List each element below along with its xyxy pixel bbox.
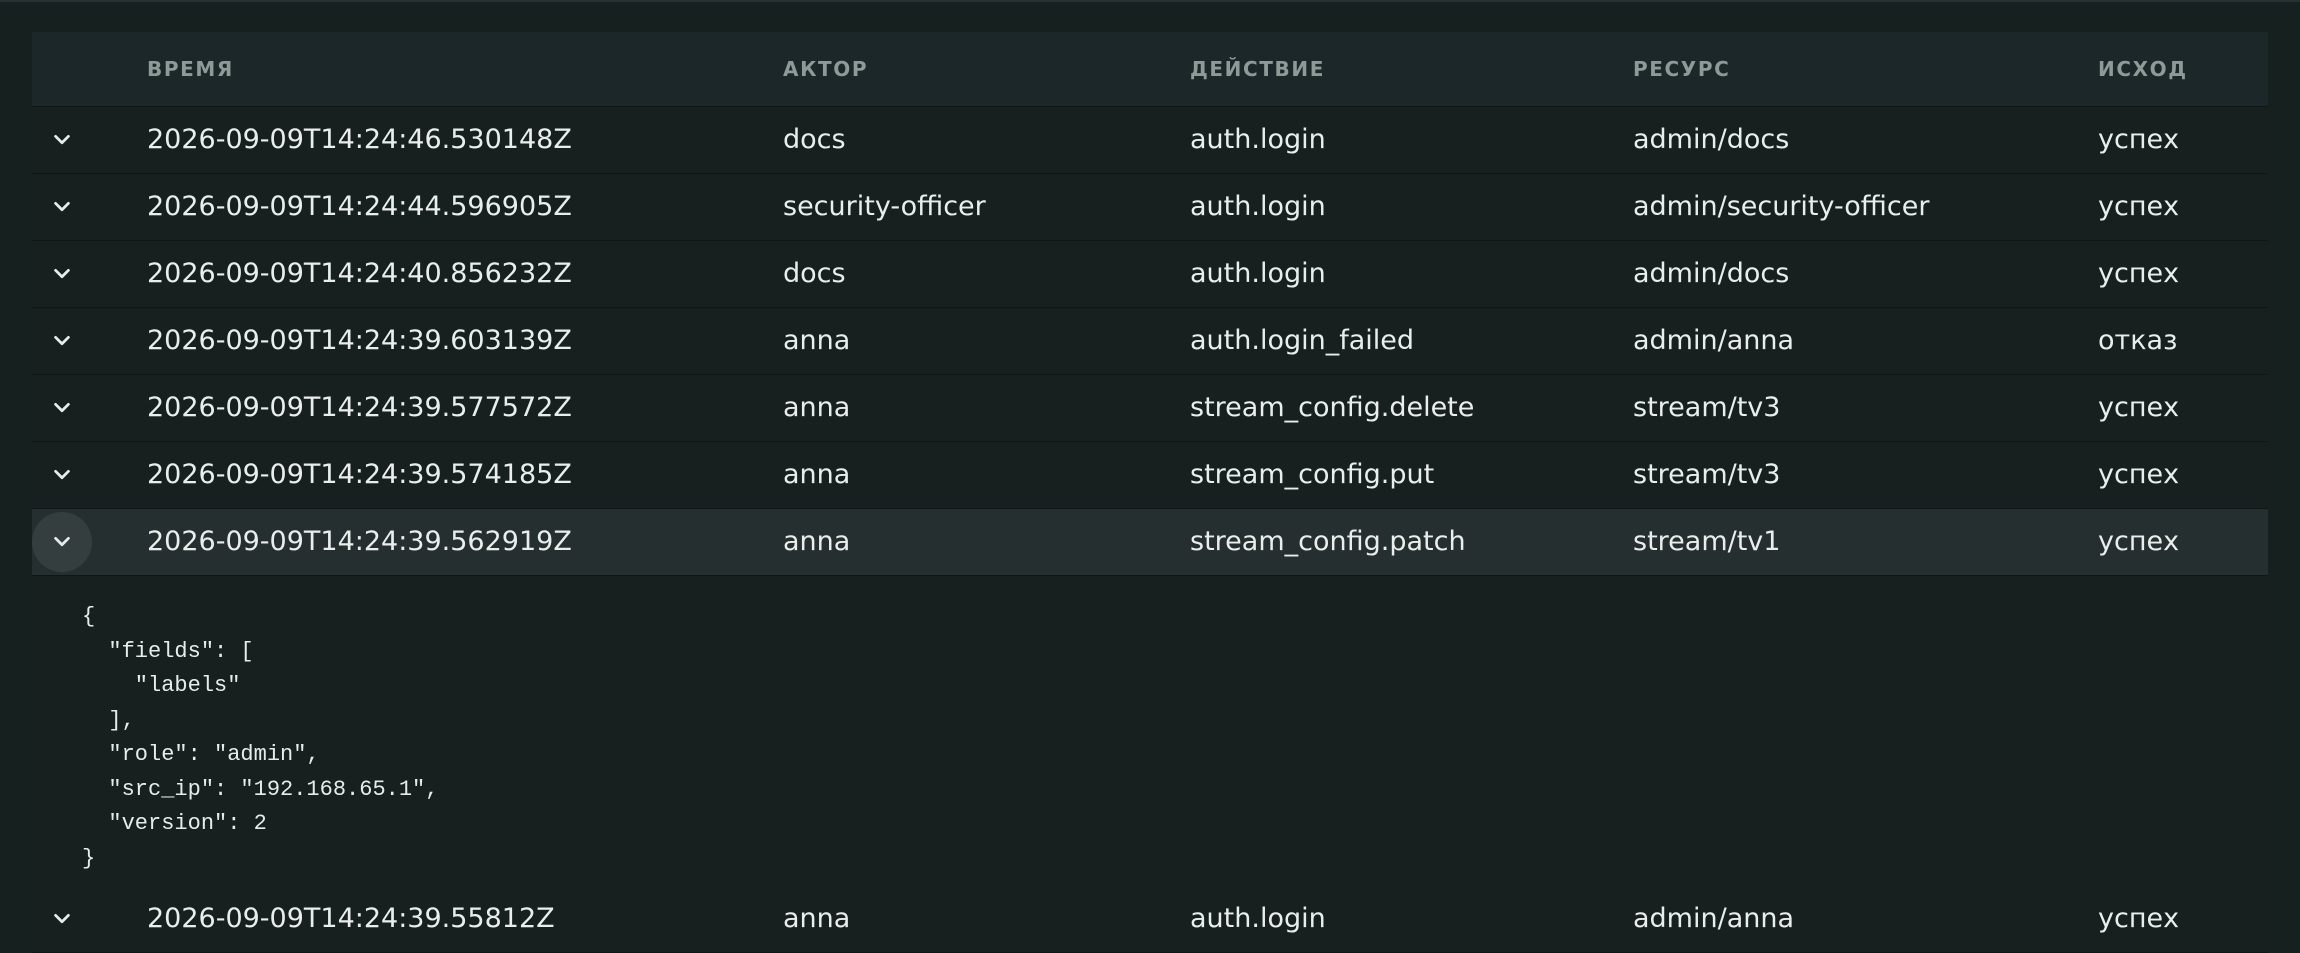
expand-row-button[interactable] — [32, 378, 92, 438]
row-resource: admin/security-officer — [1633, 191, 1930, 222]
row-action: stream_config.put — [1190, 459, 1435, 490]
row-resource: admin/docs — [1633, 258, 1790, 289]
row-action: auth.login — [1190, 124, 1326, 155]
expand-row-button[interactable] — [32, 889, 92, 949]
row-actor: anna — [783, 903, 851, 934]
column-header-outcome[interactable]: ИСХОД — [2098, 32, 2188, 106]
expand-row-button[interactable] — [32, 244, 92, 304]
row-action: auth.login_failed — [1190, 325, 1415, 356]
table-row[interactable]: 2026-09-09T14:24:39.603139Z anna auth.lo… — [32, 308, 2268, 375]
chevron-down-icon — [54, 536, 70, 547]
row-action: auth.login — [1190, 191, 1326, 222]
row-time: 2026-09-09T14:24:39.55812Z — [147, 903, 555, 934]
row-time: 2026-09-09T14:24:46.530148Z — [147, 124, 572, 155]
row-detail-json: { "fields": [ "labels" ], "role": "admin… — [82, 604, 439, 871]
row-outcome: успех — [2098, 191, 2180, 222]
row-outcome: успех — [2098, 258, 2180, 289]
column-header-time[interactable]: ВРЕМЯ — [147, 32, 234, 106]
row-time: 2026-09-09T14:24:39.603139Z — [147, 325, 572, 356]
row-actor: anna — [783, 526, 851, 557]
row-time: 2026-09-09T14:24:39.562919Z — [147, 526, 572, 557]
row-outcome: успех — [2098, 124, 2180, 155]
row-action: auth.login — [1190, 258, 1326, 289]
row-detail-panel: { "fields": [ "labels" ], "role": "admin… — [32, 576, 2268, 886]
row-outcome: успех — [2098, 526, 2180, 557]
table-row[interactable]: 2026-09-09T14:24:44.596905Z security-off… — [32, 174, 2268, 241]
row-outcome: успех — [2098, 459, 2180, 490]
row-time: 2026-09-09T14:24:39.574185Z — [147, 459, 572, 490]
row-action: stream_config.delete — [1190, 392, 1475, 423]
table-row-expanded[interactable]: 2026-09-09T14:24:39.562919Z anna stream_… — [32, 509, 2268, 576]
collapse-row-button[interactable] — [32, 512, 92, 572]
row-outcome: успех — [2098, 903, 2180, 934]
row-time: 2026-09-09T14:24:40.856232Z — [147, 258, 572, 289]
row-actor: anna — [783, 459, 851, 490]
row-outcome: успех — [2098, 392, 2180, 423]
expand-row-button[interactable] — [32, 177, 92, 237]
table-row[interactable]: 2026-09-09T14:24:39.577572Z anna stream_… — [32, 375, 2268, 442]
table-row[interactable]: 2026-09-09T14:24:46.530148Z docs auth.lo… — [32, 107, 2268, 174]
row-resource: admin/anna — [1633, 325, 1795, 356]
table-row[interactable]: 2026-09-09T14:24:39.55812Z anna auth.log… — [32, 886, 2268, 953]
row-time: 2026-09-09T14:24:39.577572Z — [147, 392, 572, 423]
row-resource: admin/anna — [1633, 903, 1795, 934]
audit-log-table: ВРЕМЯ АКТОР ДЕЙСТВИЕ РЕСУРС ИСХОД 2026-0… — [32, 32, 2268, 953]
chevron-down-icon — [54, 469, 70, 480]
table-header: ВРЕМЯ АКТОР ДЕЙСТВИЕ РЕСУРС ИСХОД — [32, 32, 2268, 107]
chevron-down-icon — [54, 402, 70, 413]
row-resource: admin/docs — [1633, 124, 1790, 155]
row-actor: anna — [783, 325, 851, 356]
chevron-down-icon — [54, 268, 70, 279]
row-action: auth.login — [1190, 903, 1326, 934]
column-header-actor[interactable]: АКТОР — [783, 32, 868, 106]
row-resource: stream/tv3 — [1633, 392, 1781, 423]
row-action: stream_config.patch — [1190, 526, 1466, 557]
column-header-action[interactable]: ДЕЙСТВИЕ — [1190, 32, 1325, 106]
column-header-resource[interactable]: РЕСУРС — [1633, 32, 1730, 106]
row-time: 2026-09-09T14:24:44.596905Z — [147, 191, 572, 222]
chevron-down-icon — [54, 913, 70, 924]
audit-log-view: ВРЕМЯ АКТОР ДЕЙСТВИЕ РЕСУРС ИСХОД 2026-0… — [0, 0, 2300, 953]
row-actor: docs — [783, 124, 846, 155]
chevron-down-icon — [54, 335, 70, 346]
row-outcome: отказ — [2098, 325, 2178, 356]
expand-row-button[interactable] — [32, 110, 92, 170]
row-resource: stream/tv3 — [1633, 459, 1781, 490]
chevron-down-icon — [54, 201, 70, 212]
expand-row-button[interactable] — [32, 311, 92, 371]
table-row[interactable]: 2026-09-09T14:24:40.856232Z docs auth.lo… — [32, 241, 2268, 308]
chevron-down-icon — [54, 134, 70, 145]
top-divider — [0, 0, 2300, 2]
row-resource: stream/tv1 — [1633, 526, 1781, 557]
row-actor: anna — [783, 392, 851, 423]
expand-row-button[interactable] — [32, 445, 92, 505]
table-row[interactable]: 2026-09-09T14:24:39.574185Z anna stream_… — [32, 442, 2268, 509]
row-actor: docs — [783, 258, 846, 289]
row-actor: security-officer — [783, 191, 986, 222]
